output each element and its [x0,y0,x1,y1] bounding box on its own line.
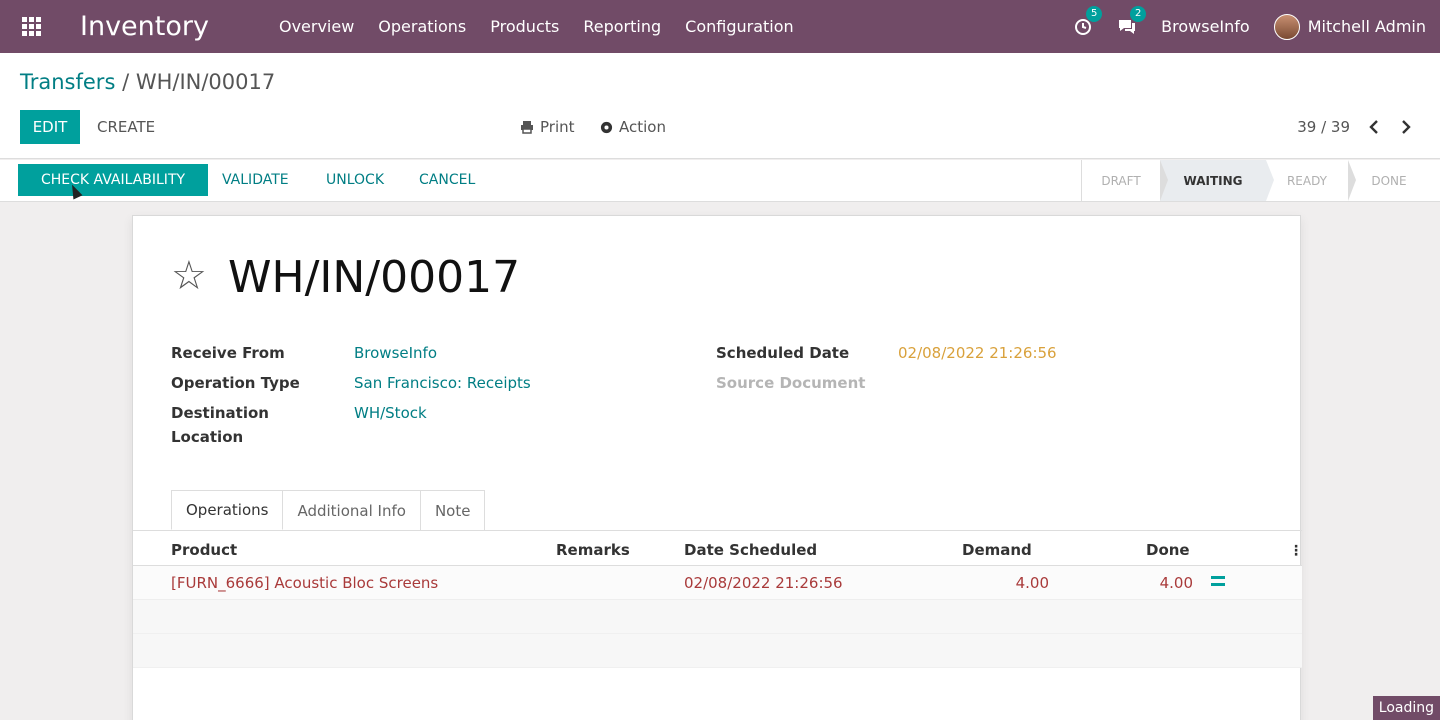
edit-button[interactable]: EDIT [20,110,80,144]
form-sheet: ☆ WH/IN/00017 Receive From BrowseInfo Op… [132,215,1303,720]
breadcrumb: Transfers / WH/IN/00017 [20,70,275,94]
breadcrumb-transfers-link[interactable]: Transfers [20,70,115,94]
destination-label: Destination [171,404,269,422]
activity-menu[interactable]: 5 [1073,5,1103,37]
empty-row [133,634,1302,668]
tab-additional-info[interactable]: Additional Info [282,490,421,530]
header-demand[interactable]: Demand [962,541,1032,559]
operation-type-link[interactable]: San Francisco: Receipts [354,374,531,392]
destination-link[interactable]: WH/Stock [354,404,427,422]
form-statusbar: CHECK AVAILABILITY VALIDATE UNLOCK CANCE… [0,160,1440,202]
print-label: Print [540,118,575,136]
messages-count-badge: 2 [1130,5,1147,22]
company-switcher[interactable]: BrowseInfo [1161,17,1250,36]
chevron-left-icon [1369,120,1378,134]
stage-done: DONE [1348,160,1430,201]
row-product: [FURN_6666] Acoustic Bloc Screens [171,574,439,592]
top-navbar: Inventory Overview Operations Products R… [0,0,1440,53]
pager-value[interactable]: 39 / 39 [1297,110,1350,144]
user-name: Mitchell Admin [1307,17,1426,36]
unlock-button[interactable]: UNLOCK [326,164,384,196]
gear-icon [600,121,613,133]
row-done: 4.00 [1159,574,1193,592]
pager-next-button[interactable] [1396,110,1416,144]
create-button[interactable]: CREATE [97,110,155,144]
stage-waiting-label: WAITING [1183,173,1243,188]
stage-done-label: DONE [1371,173,1407,188]
tab-note[interactable]: Note [419,490,486,530]
empty-row [133,600,1302,634]
activity-count-badge: 5 [1086,5,1103,22]
header-date-scheduled[interactable]: Date Scheduled [684,541,817,559]
action-menu-button[interactable]: Action [600,110,666,144]
avatar [1273,13,1300,40]
detailed-operations-icon[interactable] [1211,576,1225,588]
loading-indicator: Loading [1372,696,1440,720]
record-title: WH/IN/00017 [228,252,521,303]
stage-draft: DRAFT [1082,160,1168,201]
apps-menu-icon[interactable] [0,0,62,53]
destination-label-line2: Location [171,428,244,446]
menu-configuration[interactable]: Configuration [673,0,806,53]
header-remarks[interactable]: Remarks [556,541,630,559]
header-done[interactable]: Done [1146,541,1190,559]
menu-overview[interactable]: Overview [267,0,366,53]
table-row[interactable]: [FURN_6666] Acoustic Bloc Screens 02/08/… [133,566,1302,600]
receive-from-label: Receive From [171,344,285,362]
app-name[interactable]: Inventory [80,11,209,42]
menu-products[interactable]: Products [478,0,571,53]
systray: 5 2 BrowseInfo Mitchell Admin [1049,0,1426,53]
operations-table-header: Product Remarks Date Scheduled Demand Do… [133,534,1303,566]
stage-ready: READY [1266,160,1356,201]
status-stages: DRAFT WAITING READY DONE [1081,160,1430,201]
receive-from-link[interactable]: BrowseInfo [354,344,437,362]
pager-previous-button[interactable] [1364,110,1384,144]
notebook-tabs: Operations Additional Info Note [171,490,486,530]
menu-operations[interactable]: Operations [366,0,478,53]
star-icon[interactable]: ☆ [171,256,207,296]
breadcrumb-current: WH/IN/00017 [135,70,276,94]
row-demand: 4.00 [1015,574,1049,592]
action-label: Action [619,118,666,136]
tab-operations[interactable]: Operations [171,490,284,530]
breadcrumb-separator: / [115,70,136,94]
operation-type-label: Operation Type [171,374,300,392]
scheduled-date-value: 02/08/2022 21:26:56 [898,344,1057,362]
print-menu-button[interactable]: Print [520,110,575,144]
messaging-menu[interactable]: 2 [1117,5,1147,37]
scheduled-date-label: Scheduled Date [716,344,850,362]
stage-draft-label: DRAFT [1101,173,1141,188]
stage-waiting: WAITING [1160,160,1274,201]
print-icon [521,121,533,134]
column-options-icon[interactable]: ⋮ [1289,543,1303,559]
header-product[interactable]: Product [171,541,237,559]
user-menu[interactable]: Mitchell Admin [1273,13,1426,40]
check-availability-button[interactable]: CHECK AVAILABILITY [18,164,208,196]
menu-reporting[interactable]: Reporting [571,0,673,53]
source-document-label: Source Document [716,374,866,392]
control-panel: Transfers / WH/IN/00017 EDIT CREATE Prin… [0,53,1440,159]
main-menu: Overview Operations Products Reporting C… [267,0,806,53]
chevron-right-icon [1402,120,1411,134]
tab-divider [133,530,1302,531]
stage-ready-label: READY [1286,173,1328,188]
validate-button[interactable]: VALIDATE [222,164,289,196]
row-date-scheduled: 02/08/2022 21:26:56 [684,574,843,592]
cancel-button[interactable]: CANCEL [419,164,475,196]
